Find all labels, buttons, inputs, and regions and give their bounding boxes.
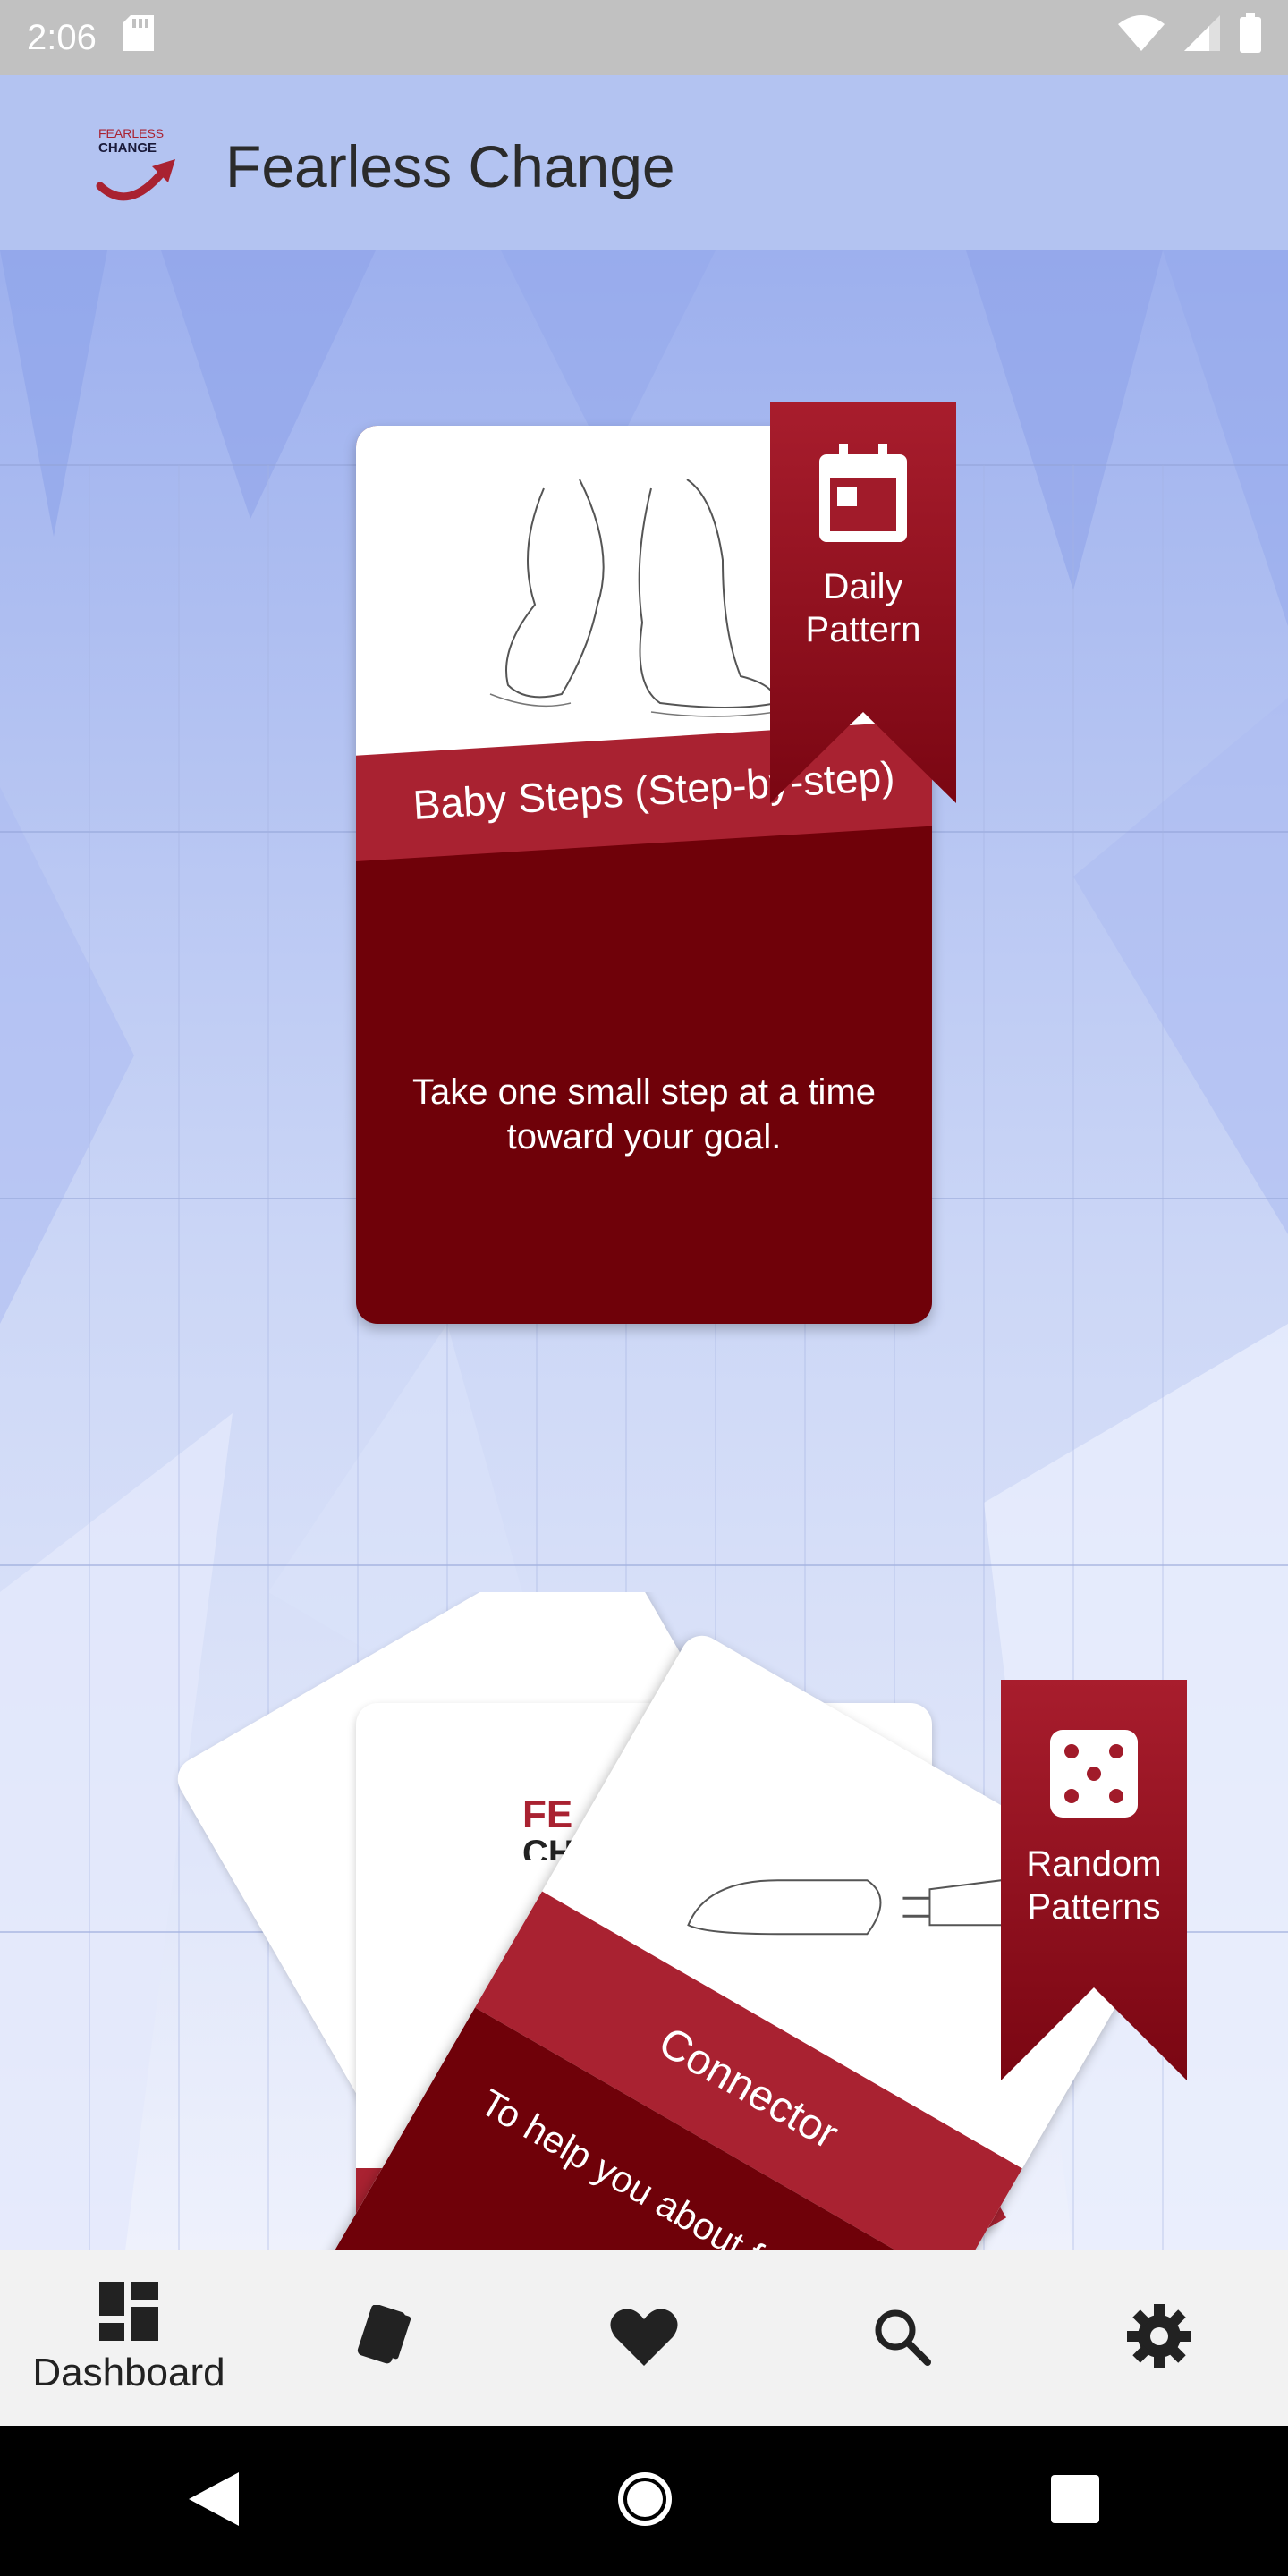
app-logo: FEARLESS CHANGE	[93, 126, 186, 208]
heart-icon	[610, 2307, 678, 2370]
dashboard-icon	[99, 2281, 158, 2345]
home-icon[interactable]	[615, 2470, 674, 2533]
random-ribbon-label-1: Random	[1026, 1844, 1162, 1884]
calendar-icon	[770, 444, 956, 542]
app-header: FEARLESS CHANGE Fearless Change	[0, 75, 1288, 250]
system-navigation-bar	[0, 2426, 1288, 2576]
daily-card-description: Take one small step at a time toward you…	[411, 1072, 877, 1157]
daily-ribbon-label-1: Daily	[823, 567, 903, 606]
logo-text-bottom: CHANGE	[98, 140, 157, 156]
battery-icon	[1240, 13, 1261, 62]
sd-card-icon	[123, 15, 154, 60]
nav-label-dashboard: Dashboard	[32, 2350, 225, 2394]
bottom-navigation: Dashboard	[0, 2250, 1288, 2426]
nav-item-cards[interactable]	[258, 2250, 515, 2426]
random-ribbon-label-2: Patterns	[1027, 1887, 1161, 1927]
cards-icon	[351, 2303, 422, 2372]
search-icon	[872, 2307, 931, 2370]
nav-item-settings[interactable]	[1030, 2250, 1288, 2426]
signal-icon	[1184, 15, 1220, 60]
gear-icon	[1127, 2303, 1191, 2373]
nav-item-favorites[interactable]	[515, 2250, 773, 2426]
random-patterns-ribbon[interactable]: Random Patterns	[1001, 1680, 1187, 2080]
logo-text-top: FEARLESS	[98, 127, 164, 140]
daily-ribbon-label-2: Pattern	[805, 610, 921, 649]
dice-icon	[1001, 1730, 1187, 1818]
back-icon[interactable]	[188, 2471, 239, 2530]
nav-item-dashboard[interactable]: Dashboard	[0, 2250, 258, 2426]
daily-pattern-ribbon[interactable]: Daily Pattern	[770, 402, 956, 803]
app-title: Fearless Change	[225, 133, 675, 199]
back-card-logo-top: FE	[522, 1792, 573, 1836]
status-time: 2:06	[27, 17, 97, 57]
nav-item-search[interactable]	[773, 2250, 1030, 2426]
wifi-icon	[1118, 15, 1165, 60]
status-bar: 2:06	[0, 0, 1288, 75]
recents-icon[interactable]	[1051, 2474, 1100, 2528]
